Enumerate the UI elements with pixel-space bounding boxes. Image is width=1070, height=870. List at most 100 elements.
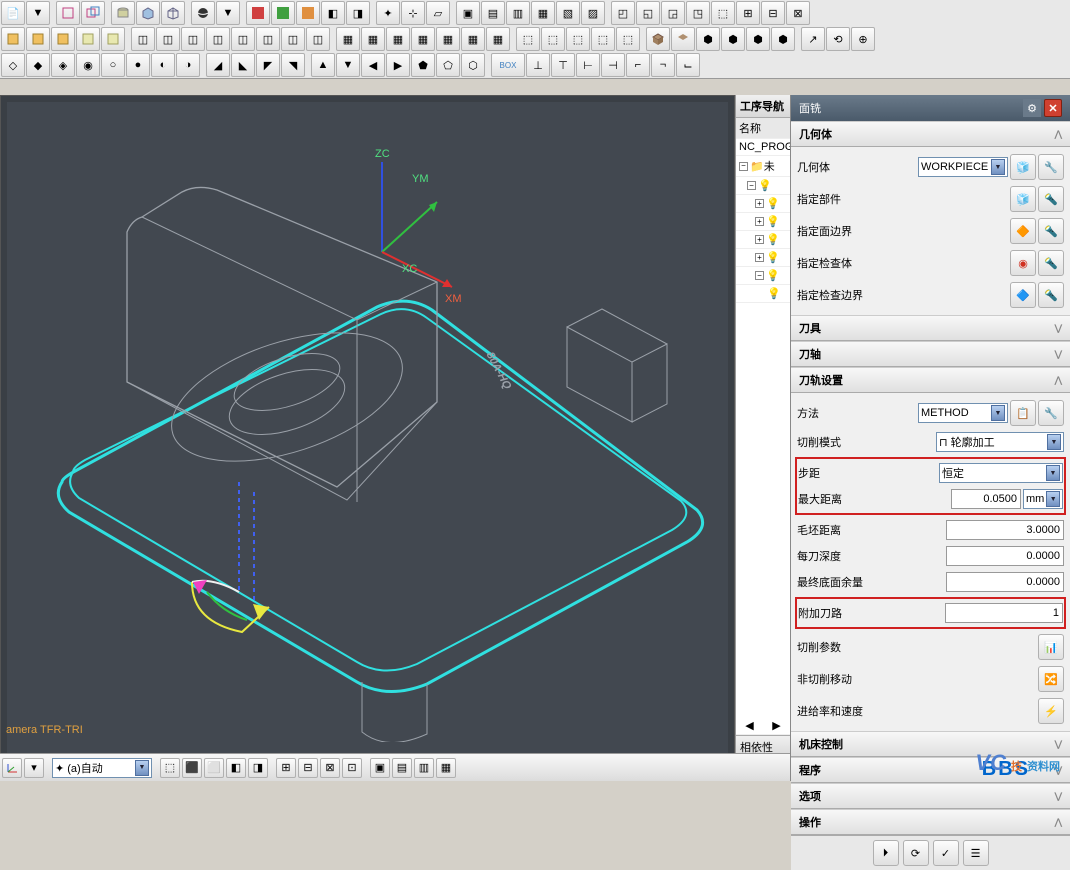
feedrate-icon[interactable]: ⚡: [1038, 698, 1064, 724]
tb-green[interactable]: [271, 1, 295, 25]
addpass-input[interactable]: [945, 603, 1063, 623]
bt-12[interactable]: ▥: [414, 758, 434, 778]
tb2-x1[interactable]: ↗: [801, 27, 825, 51]
tb2-12[interactable]: ▦: [411, 27, 435, 51]
tb2-iso2[interactable]: [671, 27, 695, 51]
tb2-7[interactable]: ◫: [281, 27, 305, 51]
tb3-24[interactable]: ⌐: [626, 53, 650, 77]
bt-3[interactable]: ⬜: [204, 758, 224, 778]
tb2-x2[interactable]: ⟲: [826, 27, 850, 51]
section-tool[interactable]: 刀具⋁: [791, 315, 1070, 341]
bt-2[interactable]: ⬛: [182, 758, 202, 778]
tb3-12[interactable]: ◥: [281, 53, 305, 77]
tb2-4[interactable]: ◫: [206, 27, 230, 51]
maxdist-unit[interactable]: mm▼: [1023, 489, 1063, 509]
tb2-6[interactable]: ◫: [256, 27, 280, 51]
tb2-15[interactable]: ▦: [486, 27, 510, 51]
tb2-d[interactable]: [76, 27, 100, 51]
tb-axisX[interactable]: ✦: [376, 1, 400, 25]
tb2-iso4[interactable]: ⬢: [721, 27, 745, 51]
list-icon[interactable]: ☰: [963, 840, 989, 866]
tb-m3[interactable]: ▥: [506, 1, 530, 25]
tb3-19[interactable]: ⬡: [461, 53, 485, 77]
3d-viewport[interactable]: 80A-HQ ZC YM XM XC amera TFR-TRI: [0, 95, 735, 781]
method-dropdown[interactable]: METHOD▼: [918, 403, 1008, 423]
bt-9[interactable]: ⊡: [342, 758, 362, 778]
tb-red[interactable]: [246, 1, 270, 25]
tree-node-3[interactable]: +💡: [736, 213, 790, 231]
tb-b1[interactable]: ▼: [216, 1, 240, 25]
gear-icon[interactable]: ⚙: [1023, 99, 1041, 117]
tb-box[interactable]: [136, 1, 160, 25]
bt-8[interactable]: ⊠: [320, 758, 340, 778]
tb2-iso3[interactable]: ⬢: [696, 27, 720, 51]
tb-sphere[interactable]: [191, 1, 215, 25]
tb3-18[interactable]: ⬠: [436, 53, 460, 77]
tb-open[interactable]: ▼: [26, 1, 50, 25]
tb2-b[interactable]: [26, 27, 50, 51]
geometry-dropdown[interactable]: WORKPIECE▼: [918, 157, 1008, 177]
tb2-2[interactable]: ◫: [156, 27, 180, 51]
tb2-20[interactable]: ⬚: [616, 27, 640, 51]
tb2-e[interactable]: [101, 27, 125, 51]
tb-w5[interactable]: ⬚: [711, 1, 735, 25]
tb2-13[interactable]: ▦: [436, 27, 460, 51]
tb-w4[interactable]: ◳: [686, 1, 710, 25]
tb3-4[interactable]: ◉: [76, 53, 100, 77]
tb3-2[interactable]: ◆: [26, 53, 50, 77]
tb2-1[interactable]: ◫: [131, 27, 155, 51]
tb2-iso6[interactable]: ⬢: [771, 27, 795, 51]
tb-w7[interactable]: ⊟: [761, 1, 785, 25]
tb-shape1[interactable]: [56, 1, 80, 25]
geometry-edit-icon[interactable]: 🧊: [1010, 154, 1036, 180]
bt-drop[interactable]: ▾: [24, 758, 44, 778]
tb-w8[interactable]: ⊠: [786, 1, 810, 25]
tb-w1[interactable]: ◰: [611, 1, 635, 25]
tree-node-unused[interactable]: −📁未: [736, 156, 790, 177]
tb2-9[interactable]: ▦: [336, 27, 360, 51]
tb-misc1[interactable]: ◧: [321, 1, 345, 25]
tb2-14[interactable]: ▦: [461, 27, 485, 51]
tb-m6[interactable]: ▨: [581, 1, 605, 25]
torch-icon[interactable]: 🔦: [1038, 186, 1064, 212]
tb2-5[interactable]: ◫: [231, 27, 255, 51]
torch-icon-2[interactable]: 🔦: [1038, 218, 1064, 244]
tree-node-2[interactable]: +💡: [736, 195, 790, 213]
tb2-iso1[interactable]: [646, 27, 670, 51]
tb2-19[interactable]: ⬚: [591, 27, 615, 51]
part-icon[interactable]: 🧊: [1010, 186, 1036, 212]
tb3-16[interactable]: ▶: [386, 53, 410, 77]
tree-node-1[interactable]: −💡: [736, 177, 790, 195]
method-edit-icon[interactable]: 📋: [1010, 400, 1036, 426]
torch-icon-3[interactable]: 🔦: [1038, 250, 1064, 276]
tb-w6[interactable]: ⊞: [736, 1, 760, 25]
bt-5[interactable]: ◨: [248, 758, 268, 778]
tb3-25[interactable]: ¬: [651, 53, 675, 77]
bt-4[interactable]: ◧: [226, 758, 246, 778]
tree-scroll-right[interactable]: ▶: [763, 717, 790, 735]
tb3-5[interactable]: ○: [101, 53, 125, 77]
tb3-15[interactable]: ◀: [361, 53, 385, 77]
bt-6[interactable]: ⊞: [276, 758, 296, 778]
bt-11[interactable]: ▤: [392, 758, 412, 778]
cutmode-dropdown[interactable]: ⊓ 轮廓加工▼: [936, 432, 1064, 452]
tb-planeX[interactable]: ▱: [426, 1, 450, 25]
tb-cyl[interactable]: [111, 1, 135, 25]
replay-icon[interactable]: ⟳: [903, 840, 929, 866]
bt-13[interactable]: ▦: [436, 758, 456, 778]
tb2-iso5[interactable]: ⬢: [746, 27, 770, 51]
close-icon[interactable]: ✕: [1044, 99, 1062, 117]
tb2-a[interactable]: [1, 27, 25, 51]
tb3-3[interactable]: ◈: [51, 53, 75, 77]
section-path[interactable]: 刀轨设置⋀: [791, 367, 1070, 393]
generate-icon[interactable]: ⏵: [873, 840, 899, 866]
tb-w2[interactable]: ◱: [636, 1, 660, 25]
tb3-box[interactable]: BOX: [491, 53, 525, 77]
tb-orange[interactable]: [296, 1, 320, 25]
bt-10[interactable]: ▣: [370, 758, 390, 778]
bt-snap-dropdown[interactable]: ✦ (a)自动▼: [52, 758, 152, 778]
tb3-8[interactable]: ◑: [176, 53, 200, 77]
tb2-10[interactable]: ▦: [361, 27, 385, 51]
bt-7[interactable]: ⊟: [298, 758, 318, 778]
check-body-icon[interactable]: ◉: [1010, 250, 1036, 276]
